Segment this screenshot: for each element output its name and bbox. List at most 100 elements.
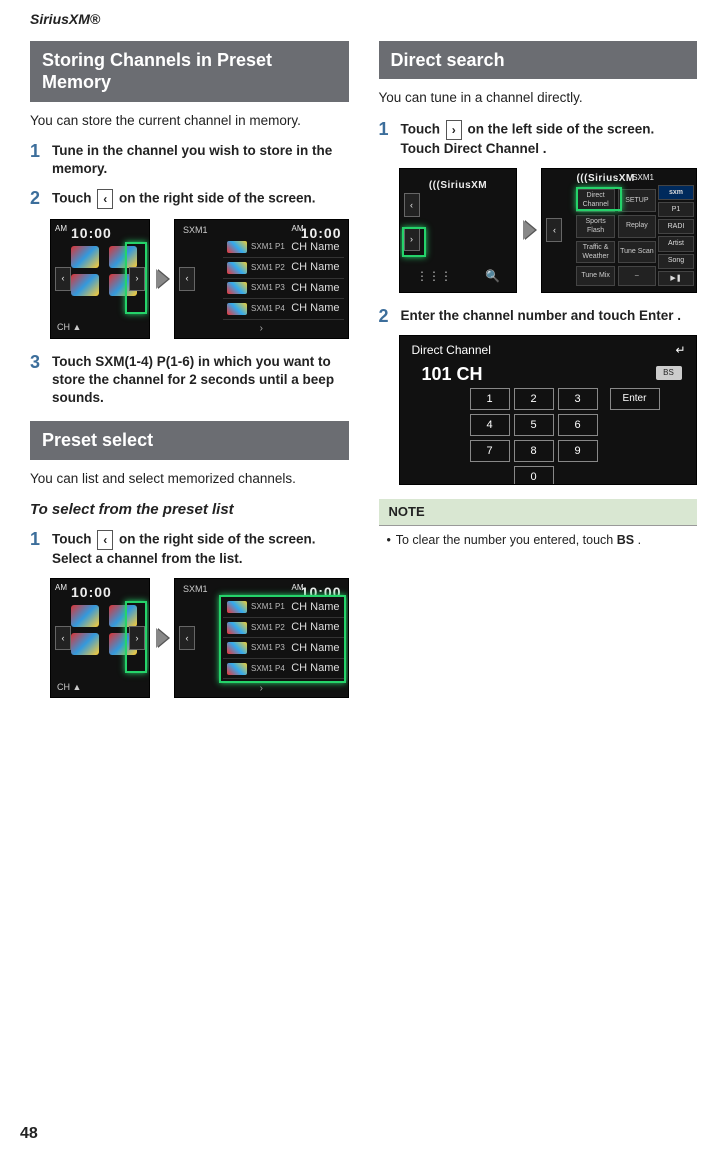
keypad-title: Direct Channel: [412, 342, 491, 358]
band-label: SXM1: [632, 173, 654, 184]
channel-icon: [227, 241, 247, 253]
blank-button[interactable]: –: [618, 266, 656, 285]
arrow-right-icon: [523, 220, 535, 240]
siriusxm-logo: (((SiriusXM: [429, 179, 487, 193]
text: Enter the channel number and touch: [401, 308, 640, 323]
storing-step-3: 3 Touch SXM(1-4) P(1-6) in which you wan…: [30, 353, 349, 408]
preset-label: SXM1 P3: [251, 284, 285, 292]
list-item[interactable]: SXM1 P2 CH Name: [223, 618, 343, 639]
preset-intro: You can list and select memorized channe…: [30, 470, 349, 488]
channel-icon: [227, 303, 247, 315]
chevron-left-icon[interactable]: ‹: [55, 626, 71, 650]
key-7[interactable]: 7: [470, 440, 510, 462]
key-9[interactable]: 9: [558, 440, 598, 462]
now-playing-panel: sxm P1 RADI Artist Song ▶❚: [658, 185, 694, 286]
chevron-left-icon[interactable]: ‹: [546, 218, 562, 242]
channel-name: CH Name: [291, 620, 339, 635]
expand-icon[interactable]: ›: [260, 682, 263, 696]
key-6[interactable]: 6: [558, 414, 598, 436]
thumb: [109, 246, 137, 268]
key-0[interactable]: 0: [514, 466, 554, 485]
preset-label: SXM1 P2: [251, 624, 285, 632]
traffic-weather-button[interactable]: Traffic & Weather: [576, 241, 614, 264]
step-number: 3: [30, 353, 44, 408]
text: .: [634, 533, 641, 547]
screenshot-preset-list: SXM1 10:00 AM ‹ SXM1 P1CH Name SXM1 P2CH…: [174, 578, 348, 698]
grid-icon[interactable]: ⋮⋮⋮: [416, 268, 452, 284]
list-item[interactable]: SXM1 P4 CH Name: [223, 659, 343, 680]
page-number: 48: [20, 1123, 38, 1145]
tune-mix-button[interactable]: Tune Mix: [576, 266, 614, 285]
chevron-left-icon[interactable]: ‹: [55, 267, 71, 291]
list-item[interactable]: SXM1 P2CH Name: [223, 258, 343, 279]
channel-name: CH Name: [291, 661, 339, 676]
preset-label: SXM1 P1: [251, 243, 285, 251]
expand-icon[interactable]: ›: [260, 322, 263, 336]
direct-channel-button[interactable]: Direct Channel: [576, 189, 614, 212]
key-2[interactable]: 2: [514, 388, 554, 410]
chevron-right-icon[interactable]: ›: [129, 267, 145, 291]
right-column: Direct search You can tune in a channel …: [379, 41, 698, 713]
keypad-grid: 1 2 3 4 5 6 7 8 9: [470, 388, 598, 462]
sports-flash-button[interactable]: Sports Flash: [576, 215, 614, 238]
text: Touch: [52, 190, 95, 205]
list-item[interactable]: SXM1 P3CH Name: [223, 279, 343, 300]
song-label: Song: [658, 254, 694, 269]
bottom-icons: ⋮⋮⋮ 🔍: [400, 268, 517, 284]
channel-name: CH Name: [291, 301, 339, 316]
step-number: 1: [379, 120, 393, 158]
note-heading: NOTE: [379, 499, 698, 525]
preset-label: SXM1 P1: [251, 603, 285, 611]
chevron-right-icon[interactable]: ›: [404, 227, 420, 251]
chevron-right-icon[interactable]: ›: [129, 626, 145, 650]
artist-label: Artist: [658, 236, 694, 251]
channel-icon: [227, 663, 247, 675]
am-label: AM: [292, 583, 304, 594]
enter-button[interactable]: Enter: [610, 388, 660, 410]
key-5[interactable]: 5: [514, 414, 554, 436]
arrow-right-icon: [156, 628, 168, 648]
chevron-left-icon[interactable]: ‹: [404, 193, 420, 217]
step-body: Touch › on the left side of the screen. …: [401, 120, 698, 158]
replay-button[interactable]: Replay: [618, 215, 656, 238]
list-item[interactable]: SXM1 P4 CH Name: [223, 299, 343, 320]
channel-name: CH Name: [291, 260, 339, 275]
preset-label: SXM1 P4: [251, 665, 285, 673]
preset-label: SXM1 P4: [251, 305, 285, 313]
key-1[interactable]: 1: [470, 388, 510, 410]
band-label: SXM1: [183, 583, 208, 595]
list-item[interactable]: SXM1 P1CH Name: [223, 238, 343, 259]
am-label: AM: [55, 583, 67, 594]
text: To clear the number you entered, touch: [396, 533, 617, 547]
channel-name: CH Name: [291, 641, 339, 656]
direct-search-figure: (((SiriusXM ‹ › ⋮⋮⋮ 🔍 (((SiriusXM SXM1 ‹…: [399, 168, 698, 293]
list-item[interactable]: SXM1 P3CH Name: [223, 638, 343, 659]
list-item[interactable]: SXM1 P1CH Name: [223, 597, 343, 618]
page-header: SiriusXM®: [30, 10, 697, 29]
backspace-button[interactable]: BS: [656, 366, 682, 380]
screenshot-home: AM 10:00 ‹ › CH ▲: [50, 578, 150, 698]
storing-figure: AM 10:00 ‹ › CH ▲ SXM1 10:00 AM ‹: [50, 219, 349, 339]
key-4[interactable]: 4: [470, 414, 510, 436]
storing-step-2: 2 Touch ‹ on the right side of the scree…: [30, 189, 349, 209]
screenshot-home: AM 10:00 ‹ › CH ▲: [50, 219, 150, 339]
back-icon[interactable]: ↵: [675, 342, 685, 358]
text: Touch: [401, 121, 444, 136]
setup-button[interactable]: SETUP: [618, 189, 656, 212]
key-8[interactable]: 8: [514, 440, 554, 462]
preset-step-1: 1 Touch ‹ on the right side of the scree…: [30, 530, 349, 568]
chevron-left-icon[interactable]: ‹: [179, 267, 195, 291]
ch-up-label: CH ▲: [57, 321, 81, 333]
text: .: [539, 141, 547, 156]
search-icon[interactable]: 🔍: [485, 268, 500, 284]
play-pause-icon[interactable]: ▶❚: [658, 271, 694, 286]
channel-icon: [227, 622, 247, 634]
chevron-left-icon[interactable]: ‹: [179, 626, 195, 650]
clock: 10:00: [71, 583, 112, 602]
text: on the right side of the screen.: [115, 190, 315, 205]
preset-rows: SXM1 P1CH Name SXM1 P2CH Name SXM1 P3CH …: [223, 597, 343, 679]
direct-step-1: 1 Touch › on the left side of the screen…: [379, 120, 698, 158]
siriusxm-logo: (((SiriusXM: [576, 172, 634, 186]
tune-scan-button[interactable]: Tune Scan: [618, 241, 656, 264]
key-3[interactable]: 3: [558, 388, 598, 410]
